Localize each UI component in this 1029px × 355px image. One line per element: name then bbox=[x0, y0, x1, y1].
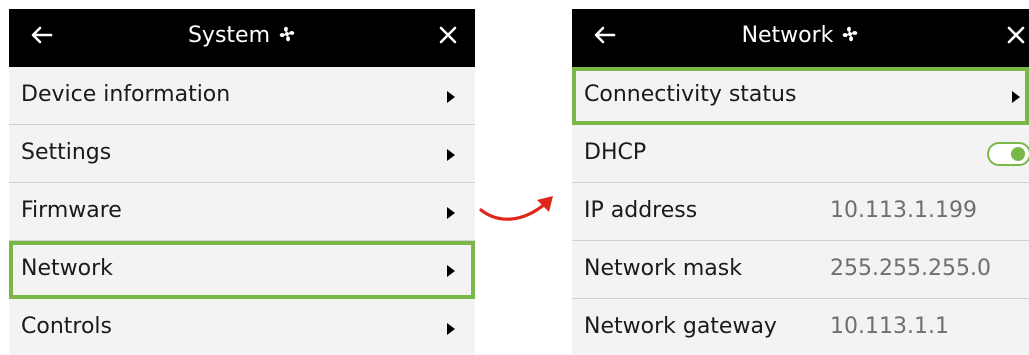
page-title: Network bbox=[741, 23, 834, 48]
menu-item-firmware[interactable]: Firmware bbox=[9, 183, 475, 241]
system-panel: System Device information Settings Firmw… bbox=[9, 9, 475, 355]
ip-address-value: 10.113.1.199 bbox=[830, 198, 977, 223]
info-row-ip-address: IP address 10.113.1.199 bbox=[572, 183, 1029, 241]
page-title: System bbox=[187, 23, 271, 48]
transition-arrow-icon bbox=[479, 196, 553, 221]
menu-item-label: Controls bbox=[21, 314, 112, 339]
chevron-right-icon bbox=[1012, 91, 1020, 103]
close-icon[interactable] bbox=[435, 22, 461, 48]
menu-item-settings[interactable]: Settings bbox=[9, 125, 475, 183]
system-header: System bbox=[9, 9, 475, 67]
chevron-right-icon bbox=[447, 207, 455, 219]
menu-item-controls[interactable]: Controls bbox=[9, 299, 475, 355]
network-header: Network bbox=[572, 9, 1029, 67]
network-mask-label: Network mask bbox=[584, 256, 742, 281]
dhcp-label: DHCP bbox=[584, 140, 647, 165]
fan-icon bbox=[843, 26, 858, 42]
menu-item-label: Connectivity status bbox=[584, 82, 797, 107]
close-icon[interactable] bbox=[1003, 22, 1029, 48]
chevron-right-icon bbox=[447, 323, 455, 335]
network-gateway-value: 10.113.1.1 bbox=[830, 314, 949, 339]
setting-row-dhcp: DHCP bbox=[572, 125, 1029, 183]
network-title-group: Network bbox=[572, 21, 1029, 51]
network-panel: Network Connectivity status DHCP IP addr… bbox=[572, 9, 1029, 355]
menu-item-label: Network bbox=[21, 256, 113, 281]
menu-item-label: Device information bbox=[21, 82, 231, 107]
chevron-right-icon bbox=[447, 149, 455, 161]
menu-item-label: Firmware bbox=[21, 198, 122, 223]
network-gateway-label: Network gateway bbox=[584, 314, 777, 339]
fan-icon bbox=[279, 26, 295, 42]
info-row-network-gateway: Network gateway 10.113.1.1 bbox=[572, 299, 1029, 355]
toggle-knob bbox=[1011, 147, 1025, 161]
menu-item-device-information[interactable]: Device information bbox=[9, 67, 475, 125]
info-row-network-mask: Network mask 255.255.255.0 bbox=[572, 241, 1029, 299]
menu-item-connectivity-status[interactable]: Connectivity status bbox=[572, 67, 1029, 125]
dhcp-toggle[interactable] bbox=[987, 142, 1029, 166]
menu-item-network[interactable]: Network bbox=[9, 241, 475, 299]
menu-item-label: Settings bbox=[21, 140, 112, 165]
chevron-right-icon bbox=[447, 265, 455, 277]
network-mask-value: 255.255.255.0 bbox=[830, 256, 991, 281]
system-title-group: System bbox=[9, 21, 475, 51]
ip-address-label: IP address bbox=[584, 198, 698, 223]
chevron-right-icon bbox=[447, 91, 455, 103]
